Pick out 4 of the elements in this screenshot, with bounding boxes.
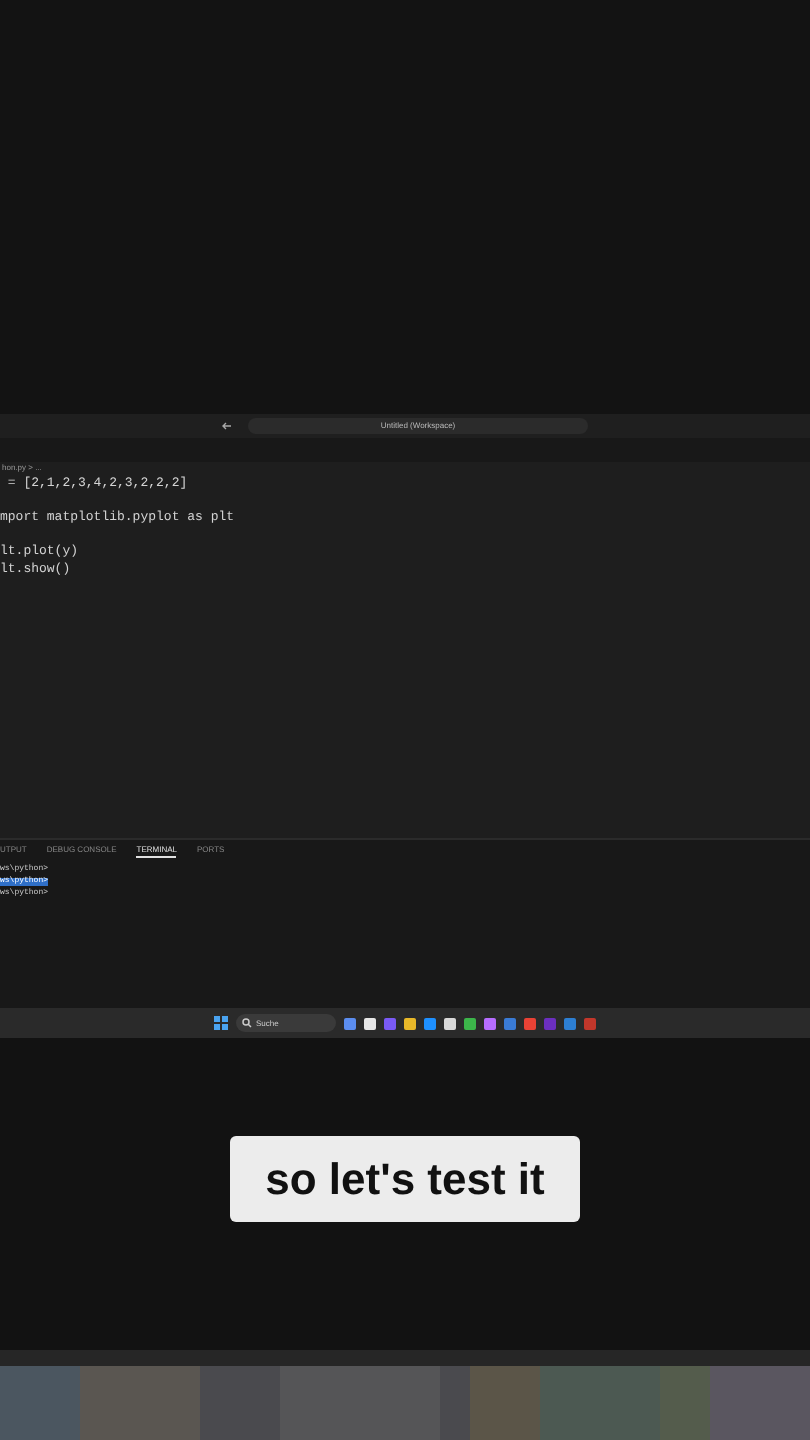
back-icon[interactable] (222, 422, 232, 430)
search-icon (242, 1018, 252, 1028)
start-icon[interactable] (214, 1016, 228, 1030)
caption: so let's test it (229, 1136, 581, 1222)
